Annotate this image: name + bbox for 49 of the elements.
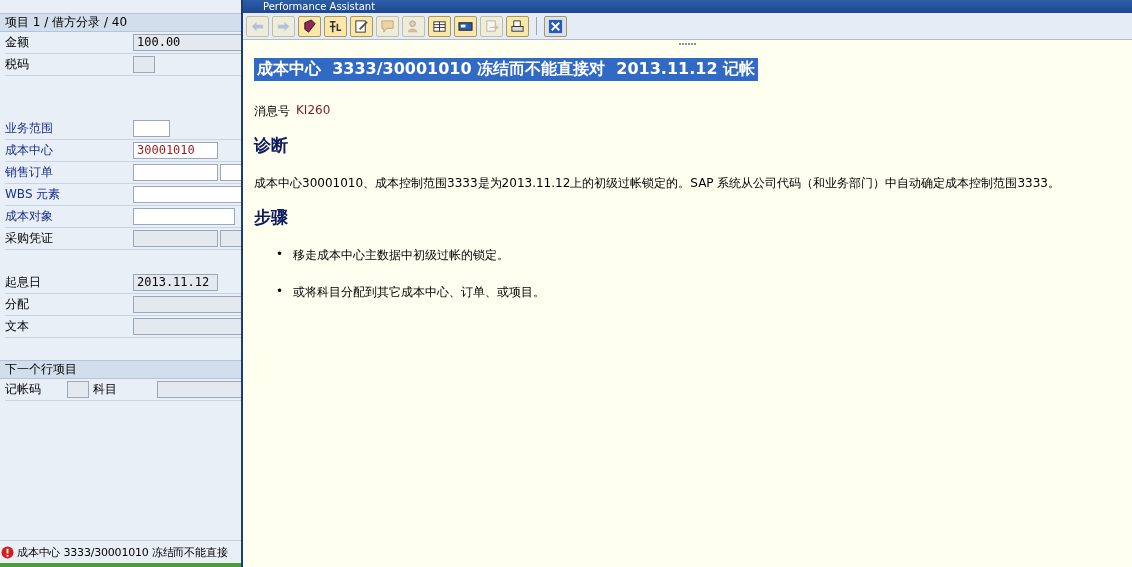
bullet-marker: • <box>276 247 284 263</box>
table-icon <box>432 18 447 34</box>
field-label: 记帐码 <box>5 381 42 398</box>
field-label[interactable]: 业务范围 <box>5 120 133 137</box>
field-label[interactable]: WBS 元素 <box>5 186 133 203</box>
list-item-text: 或将科目分配到其它成本中心、订单、或项目。 <box>293 284 546 301</box>
paragraph: 成本中心30001010、成本控制范围3333是为2013.11.12上的初级过帐锁定的。SAP 系统从公司代码（和业务部门）中自动确定成本控制范围3333。 <box>254 175 1061 192</box>
field-label: 金额 <box>5 34 30 51</box>
field-label: 文本 <box>5 318 30 335</box>
status-message: 成本中心 3333/30001010 冻结而不能直接 <box>17 544 228 560</box>
export-icon <box>484 18 499 34</box>
input-field[interactable]: 30001010 <box>133 142 218 159</box>
input-field[interactable] <box>133 186 241 203</box>
field-label[interactable]: 成本对象 <box>5 208 133 225</box>
field-label: 采购凭证 <box>5 230 54 247</box>
list-item-text: 移走成本中心主数据中初级过帐的锁定。 <box>293 247 510 264</box>
note-icon <box>380 18 395 34</box>
toolbar-button[interactable] <box>350 15 373 37</box>
message-number: KI260 <box>296 103 331 119</box>
bullet-marker: • <box>276 284 284 300</box>
field-label: 起息日 <box>5 274 42 291</box>
toolbar-button[interactable] <box>544 15 567 37</box>
section-heading: 诊断 <box>254 134 289 157</box>
field-label[interactable]: 成本中心 <box>5 142 133 159</box>
section-heading: 步骤 <box>254 206 289 229</box>
section-header: 下一个行项目 <box>0 360 241 379</box>
input-field[interactable] <box>133 120 170 137</box>
window-title: Performance Assistant <box>243 0 1132 13</box>
printer-icon <box>510 18 525 34</box>
message-number-label: 消息号 <box>254 103 290 120</box>
close-icon <box>548 18 563 34</box>
error-icon <box>1 545 14 559</box>
toolbar-button[interactable] <box>428 15 451 37</box>
input-field[interactable] <box>133 208 235 225</box>
field-label[interactable]: 销售订单 <box>5 164 133 181</box>
pencil-icon <box>354 18 369 34</box>
input-field[interactable] <box>67 381 89 398</box>
toolbar-button[interactable] <box>324 15 347 37</box>
field-label: 税码 <box>5 56 30 73</box>
toolbar-button[interactable] <box>298 15 321 37</box>
input-field[interactable] <box>133 164 218 181</box>
splitter-grip-icon[interactable] <box>678 42 697 46</box>
field-label: 分配 <box>5 296 30 313</box>
section-header: 项目 1 / 借方分录 / 40 <box>0 13 241 32</box>
field-label: 科目 <box>93 381 118 398</box>
input-field[interactable] <box>157 381 241 398</box>
message-title: 成本中心 3333/30001010 冻结而不能直接对 2013.11.12 记帐 <box>254 58 759 81</box>
toolbar-button[interactable] <box>454 15 477 37</box>
toolbar-button[interactable] <box>506 15 529 37</box>
